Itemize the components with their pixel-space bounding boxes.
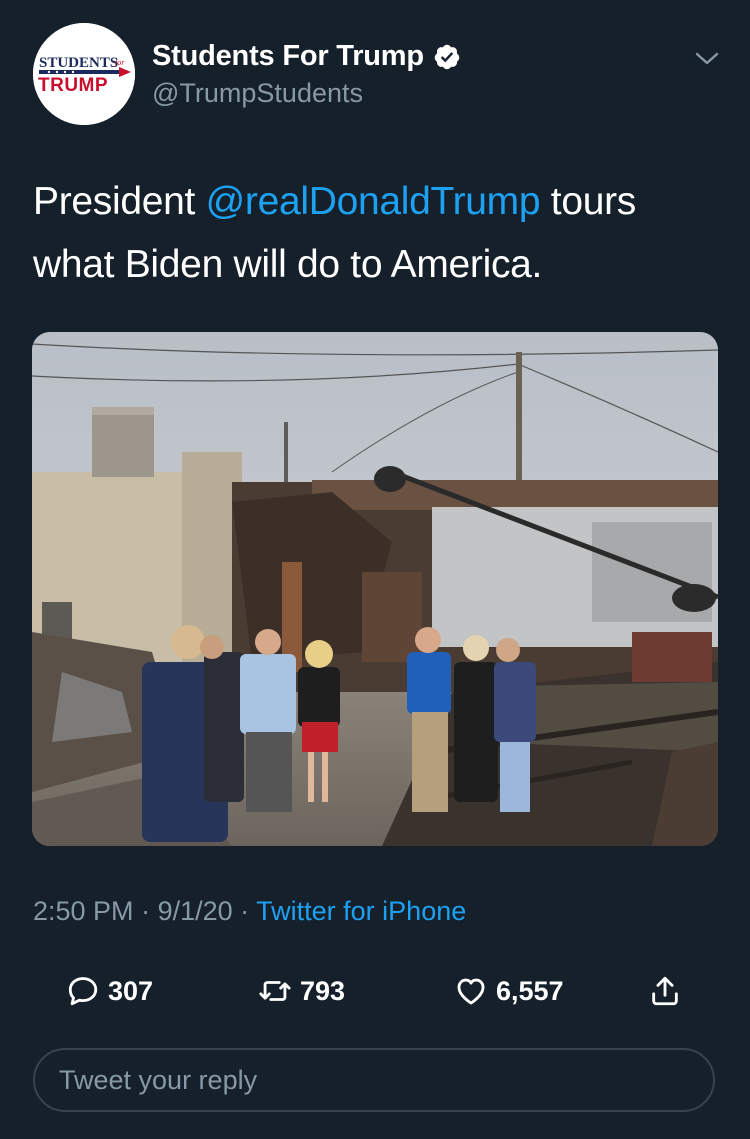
- chevron-down-icon[interactable]: [692, 48, 722, 70]
- tweet-meta: 2:50 PM · 9/1/20 · Twitter for iPhone: [33, 896, 466, 927]
- display-name[interactable]: Students For Trump: [152, 40, 424, 73]
- share-icon: [652, 976, 678, 1006]
- students-for-trump-logo: STUDENTS for TRUMP: [33, 23, 135, 125]
- retweet-icon: [259, 981, 291, 1001]
- mention-link[interactable]: @realDonaldTrump: [206, 180, 541, 223]
- avatar-text-bottom: TRUMP: [38, 75, 108, 96]
- meta-separator: ·: [133, 896, 158, 926]
- heart-icon: [457, 978, 485, 1005]
- retweet-count: 793: [300, 975, 346, 1006]
- avatar-text-for: for: [115, 58, 125, 67]
- reply-button[interactable]: 307: [66, 968, 153, 1014]
- retweet-button[interactable]: 793: [258, 968, 345, 1014]
- like-button[interactable]: 6,557: [454, 968, 564, 1014]
- reply-icon: [68, 977, 98, 1006]
- tweet-photo-image: [32, 332, 718, 846]
- avatar-text-top: STUDENTS: [39, 55, 118, 71]
- tweet-text: President @realDonaldTrump tours what Bi…: [33, 170, 723, 296]
- tweet-actions: 307 793 6,557: [0, 968, 750, 1014]
- tweet-photo[interactable]: [32, 332, 718, 846]
- author-name-row[interactable]: Students For Trump: [152, 40, 461, 73]
- reply-input[interactable]: Tweet your reply: [33, 1048, 715, 1112]
- reply-count: 307: [108, 975, 154, 1006]
- avatar[interactable]: STUDENTS for TRUMP: [33, 23, 135, 125]
- tweet-source-link[interactable]: Twitter for iPhone: [256, 896, 466, 926]
- like-count: 6,557: [496, 975, 564, 1006]
- share-button[interactable]: [648, 968, 682, 1014]
- tweet-time: 2:50 PM: [33, 896, 134, 926]
- meta-separator: ·: [232, 896, 257, 926]
- handle[interactable]: @TrumpStudents: [152, 78, 363, 109]
- tweet-text-before: President: [33, 180, 206, 223]
- reply-placeholder: Tweet your reply: [59, 1064, 258, 1095]
- verified-badge-icon: [434, 44, 460, 69]
- tweet-date: 9/1/20: [157, 896, 233, 926]
